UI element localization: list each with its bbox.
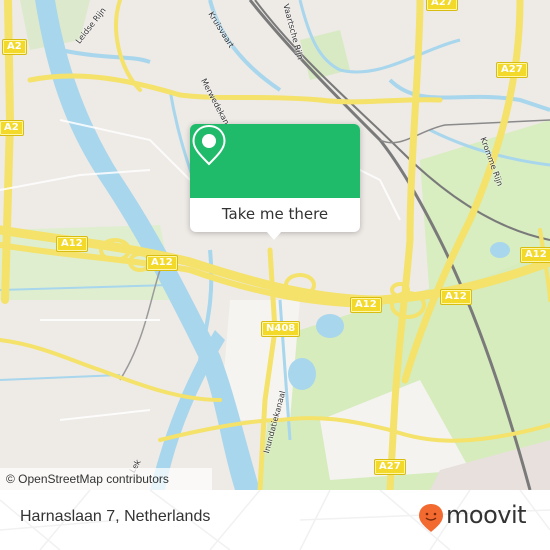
shield-a2-bottom: A2 — [0, 120, 24, 136]
shield-n408: N408 — [260, 321, 301, 337]
address-label: Harnaslaan 7, Netherlands — [20, 508, 211, 525]
moovit-smile-pin-icon — [419, 504, 443, 532]
popup-pointer — [266, 231, 282, 240]
shield-a12-center: A12 — [146, 255, 178, 271]
take-me-there-button[interactable]: Take me there — [190, 198, 360, 232]
footer-bar: Harnaslaan 7, Netherlands moovit — [0, 490, 550, 550]
shield-a12-right: A12 — [520, 247, 550, 263]
map-attribution[interactable]: © OpenStreetMap contributors — [0, 468, 212, 490]
shield-a27-bottom: A27 — [374, 459, 406, 475]
map-view[interactable]: A2 A2 A27 A27 A12 A12 A12 A12 A12 N408 A… — [0, 0, 550, 490]
location-popup: Take me there — [190, 124, 360, 240]
shield-a27-top: A27 — [426, 0, 458, 11]
map-pin-icon — [192, 124, 226, 166]
shield-a12-west: A12 — [56, 236, 88, 252]
shield-a12-far-east: A12 — [440, 289, 472, 305]
shield-a2-top: A2 — [2, 39, 27, 55]
shield-a12-east: A12 — [350, 297, 382, 313]
moovit-wordmark: moovit — [446, 501, 527, 529]
popup-header — [190, 124, 360, 198]
shield-a27-mid: A27 — [496, 62, 528, 78]
